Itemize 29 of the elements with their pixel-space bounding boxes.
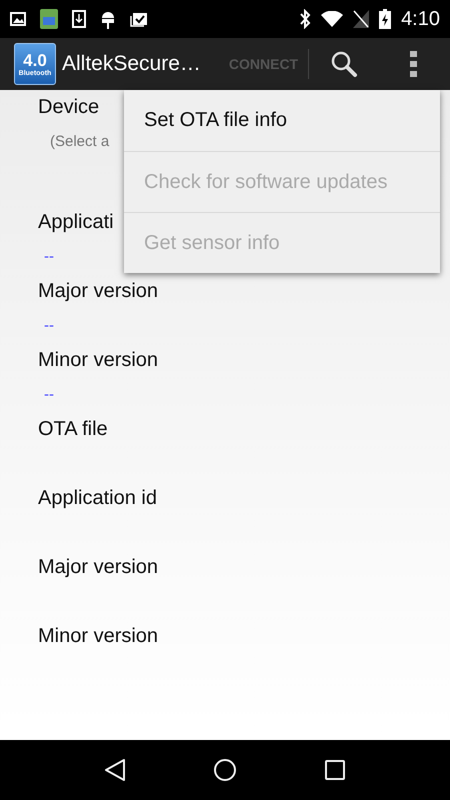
field-label: OTA file — [38, 417, 108, 442]
logo-version: 4.0 — [23, 52, 47, 70]
back-icon[interactable] — [104, 758, 126, 782]
field-label: Minor version — [38, 348, 158, 373]
field-label: Major version — [38, 279, 158, 304]
field-label: Major version — [38, 555, 158, 580]
bluetooth-icon — [299, 9, 312, 29]
wifi-icon — [321, 11, 344, 27]
app-title: AlltekSecure… — [62, 52, 201, 76]
clock-time: 4:10 — [401, 8, 440, 30]
field-value: -- — [44, 385, 54, 405]
menu-item[interactable]: Set OTA file info — [124, 90, 440, 151]
field-value: -- — [44, 247, 54, 267]
field-label: Application id — [38, 486, 157, 511]
picture-icon — [10, 12, 26, 26]
app-icon — [40, 9, 58, 29]
checklist-icon — [130, 11, 148, 27]
field-label: Device — [38, 95, 100, 120]
field-value: -- — [44, 316, 54, 336]
battery-charging-icon — [379, 9, 392, 29]
no-signal-icon — [353, 10, 370, 28]
home-icon[interactable] — [212, 758, 237, 782]
more-vertical-icon — [410, 51, 418, 77]
search-icon — [330, 50, 358, 78]
field-label: Minor version — [38, 624, 158, 649]
field-label: Applicati — [38, 210, 114, 235]
download-icon — [72, 10, 86, 28]
recents-icon[interactable] — [324, 759, 346, 781]
device-selector[interactable]: (Select a — [50, 124, 110, 159]
